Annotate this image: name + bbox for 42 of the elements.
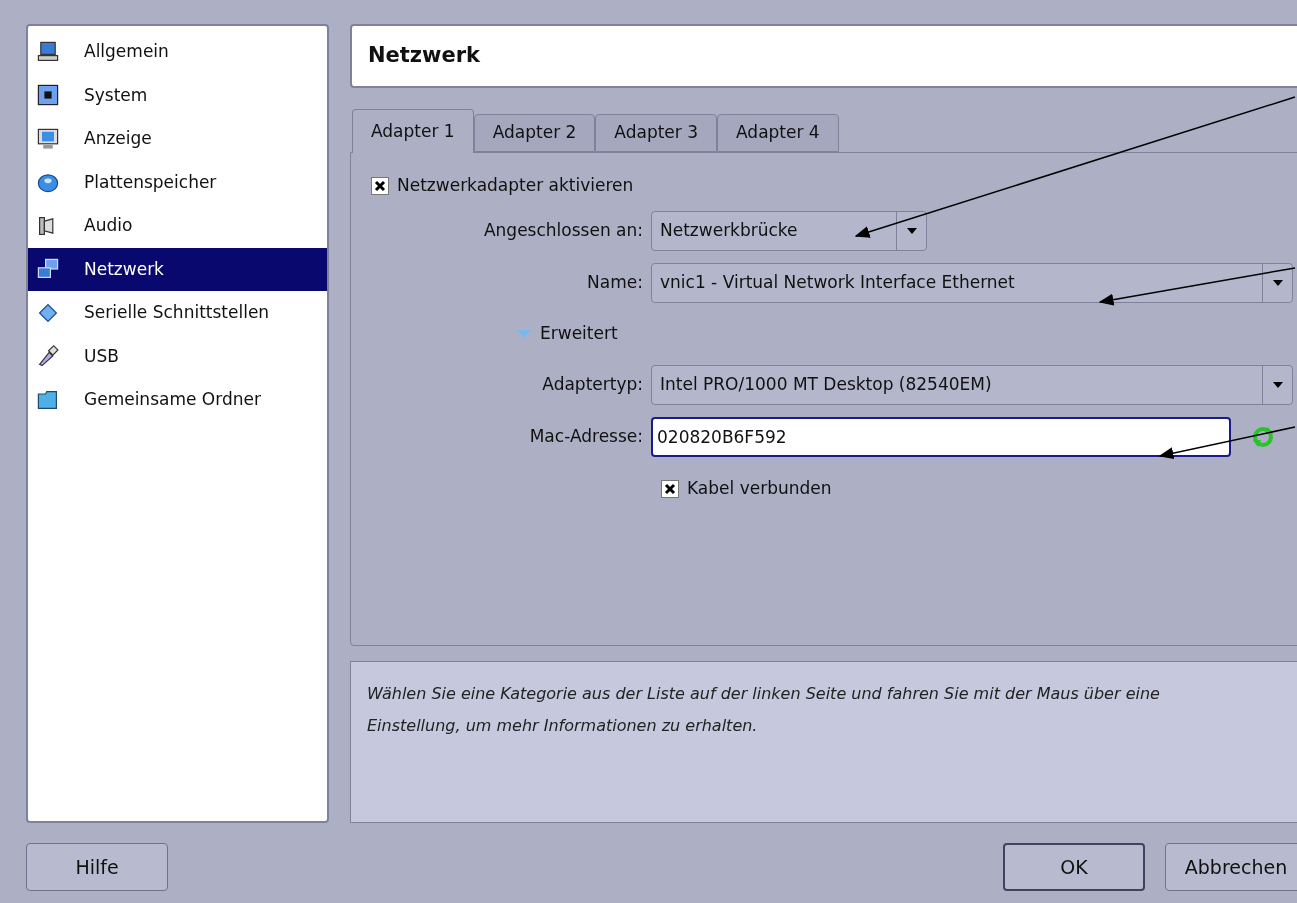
- tab[interactable]: Adapter 2: [473, 114, 596, 152]
- category-item[interactable]: Plattenspeicher: [28, 160, 327, 204]
- help-button[interactable]: Hilfe: [26, 843, 168, 891]
- mac-address-field[interactable]: 020820B6F592: [651, 416, 1231, 457]
- chip-icon: [36, 83, 60, 108]
- category-item[interactable]: Netzwerk: [28, 247, 327, 291]
- category-item[interactable]: System: [28, 73, 327, 117]
- checkbox-label: Kabel verbunden: [687, 476, 832, 500]
- tab[interactable]: Adapter 4: [717, 114, 839, 152]
- cancel-button[interactable]: Abbrechen: [1165, 843, 1297, 891]
- checkbox[interactable]: [661, 479, 679, 498]
- category-item[interactable]: Gemeinsame Ordner: [28, 378, 327, 422]
- field-label: Mac-Adresse:: [528, 424, 644, 448]
- checkbox[interactable]: [371, 176, 389, 195]
- ok-button[interactable]: OK: [1003, 843, 1145, 891]
- category-item[interactable]: USB: [28, 334, 327, 378]
- info-text: Wählen Sie eine Kategorie aus der Liste auf der linken Seite und fahren Sie mit der Maus über eine Einstellung, um mehr Informationen zu erhalten.: [367, 683, 1161, 737]
- computer-icon: [36, 39, 60, 64]
- dropdown[interactable]: vnic1 - Virtual Network Interface Ethernet: [651, 262, 1293, 303]
- caret-icon: [1271, 380, 1284, 389]
- triangle-down-icon: [516, 327, 532, 340]
- page-title: Netzwerk: [368, 42, 481, 70]
- checkbox-label: Netzwerkadapter aktivieren: [397, 174, 634, 197]
- field-label: Angeschlossen an:: [482, 218, 644, 242]
- dropdown[interactable]: Intel PRO/1000 MT Desktop (82540EM): [651, 364, 1293, 405]
- dropdown[interactable]: Netzwerkbrücke: [651, 210, 927, 251]
- category-item[interactable]: Serielle Schnittstellen: [28, 291, 327, 335]
- category-item[interactable]: Anzeige: [28, 117, 327, 161]
- field-label: Adaptertyp:: [541, 372, 644, 396]
- tab[interactable]: Adapter 1: [352, 109, 474, 153]
- cross-icon: [664, 482, 676, 495]
- caret-icon: [1271, 278, 1284, 287]
- refresh-icon[interactable]: [1251, 424, 1275, 449]
- field-label: Name:: [586, 270, 644, 294]
- caret-icon: [905, 226, 918, 235]
- expander-toggle[interactable]: Erweitert: [516, 320, 618, 347]
- cross-icon: [374, 179, 386, 192]
- category-item[interactable]: Allgemein: [28, 30, 327, 74]
- plug-icon: [36, 344, 60, 369]
- category-item[interactable]: Audio: [28, 204, 327, 248]
- tab[interactable]: Adapter 3: [595, 114, 717, 152]
- monitor-icon: [36, 126, 60, 151]
